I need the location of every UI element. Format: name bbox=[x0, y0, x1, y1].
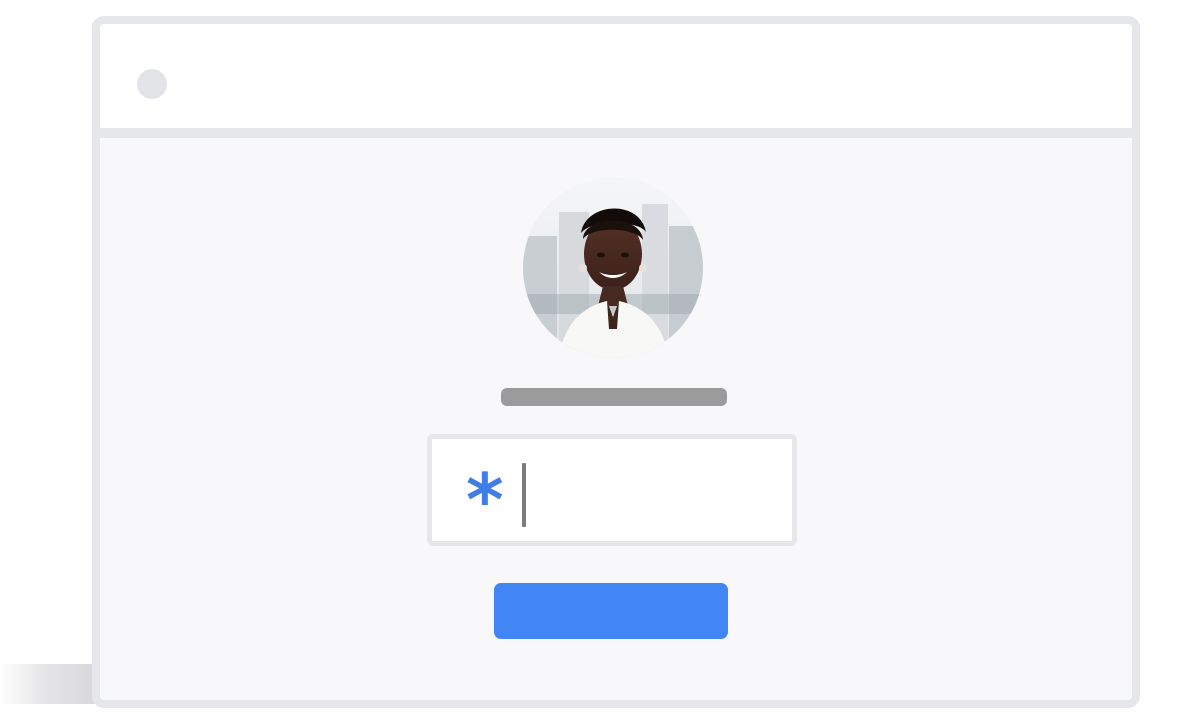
password-field[interactable]: * bbox=[427, 434, 797, 546]
login-panel: * bbox=[100, 138, 1132, 700]
user-name-placeholder bbox=[501, 388, 727, 406]
password-mask: * bbox=[466, 458, 504, 542]
shelf-shadow bbox=[0, 664, 96, 704]
window-titlebar bbox=[100, 24, 1132, 138]
profile-photo-icon bbox=[523, 178, 703, 358]
sign-in-button[interactable] bbox=[494, 583, 728, 639]
browser-window: * bbox=[92, 16, 1140, 708]
window-dot bbox=[137, 69, 167, 99]
avatar bbox=[523, 178, 703, 358]
text-cursor-icon bbox=[522, 463, 526, 527]
